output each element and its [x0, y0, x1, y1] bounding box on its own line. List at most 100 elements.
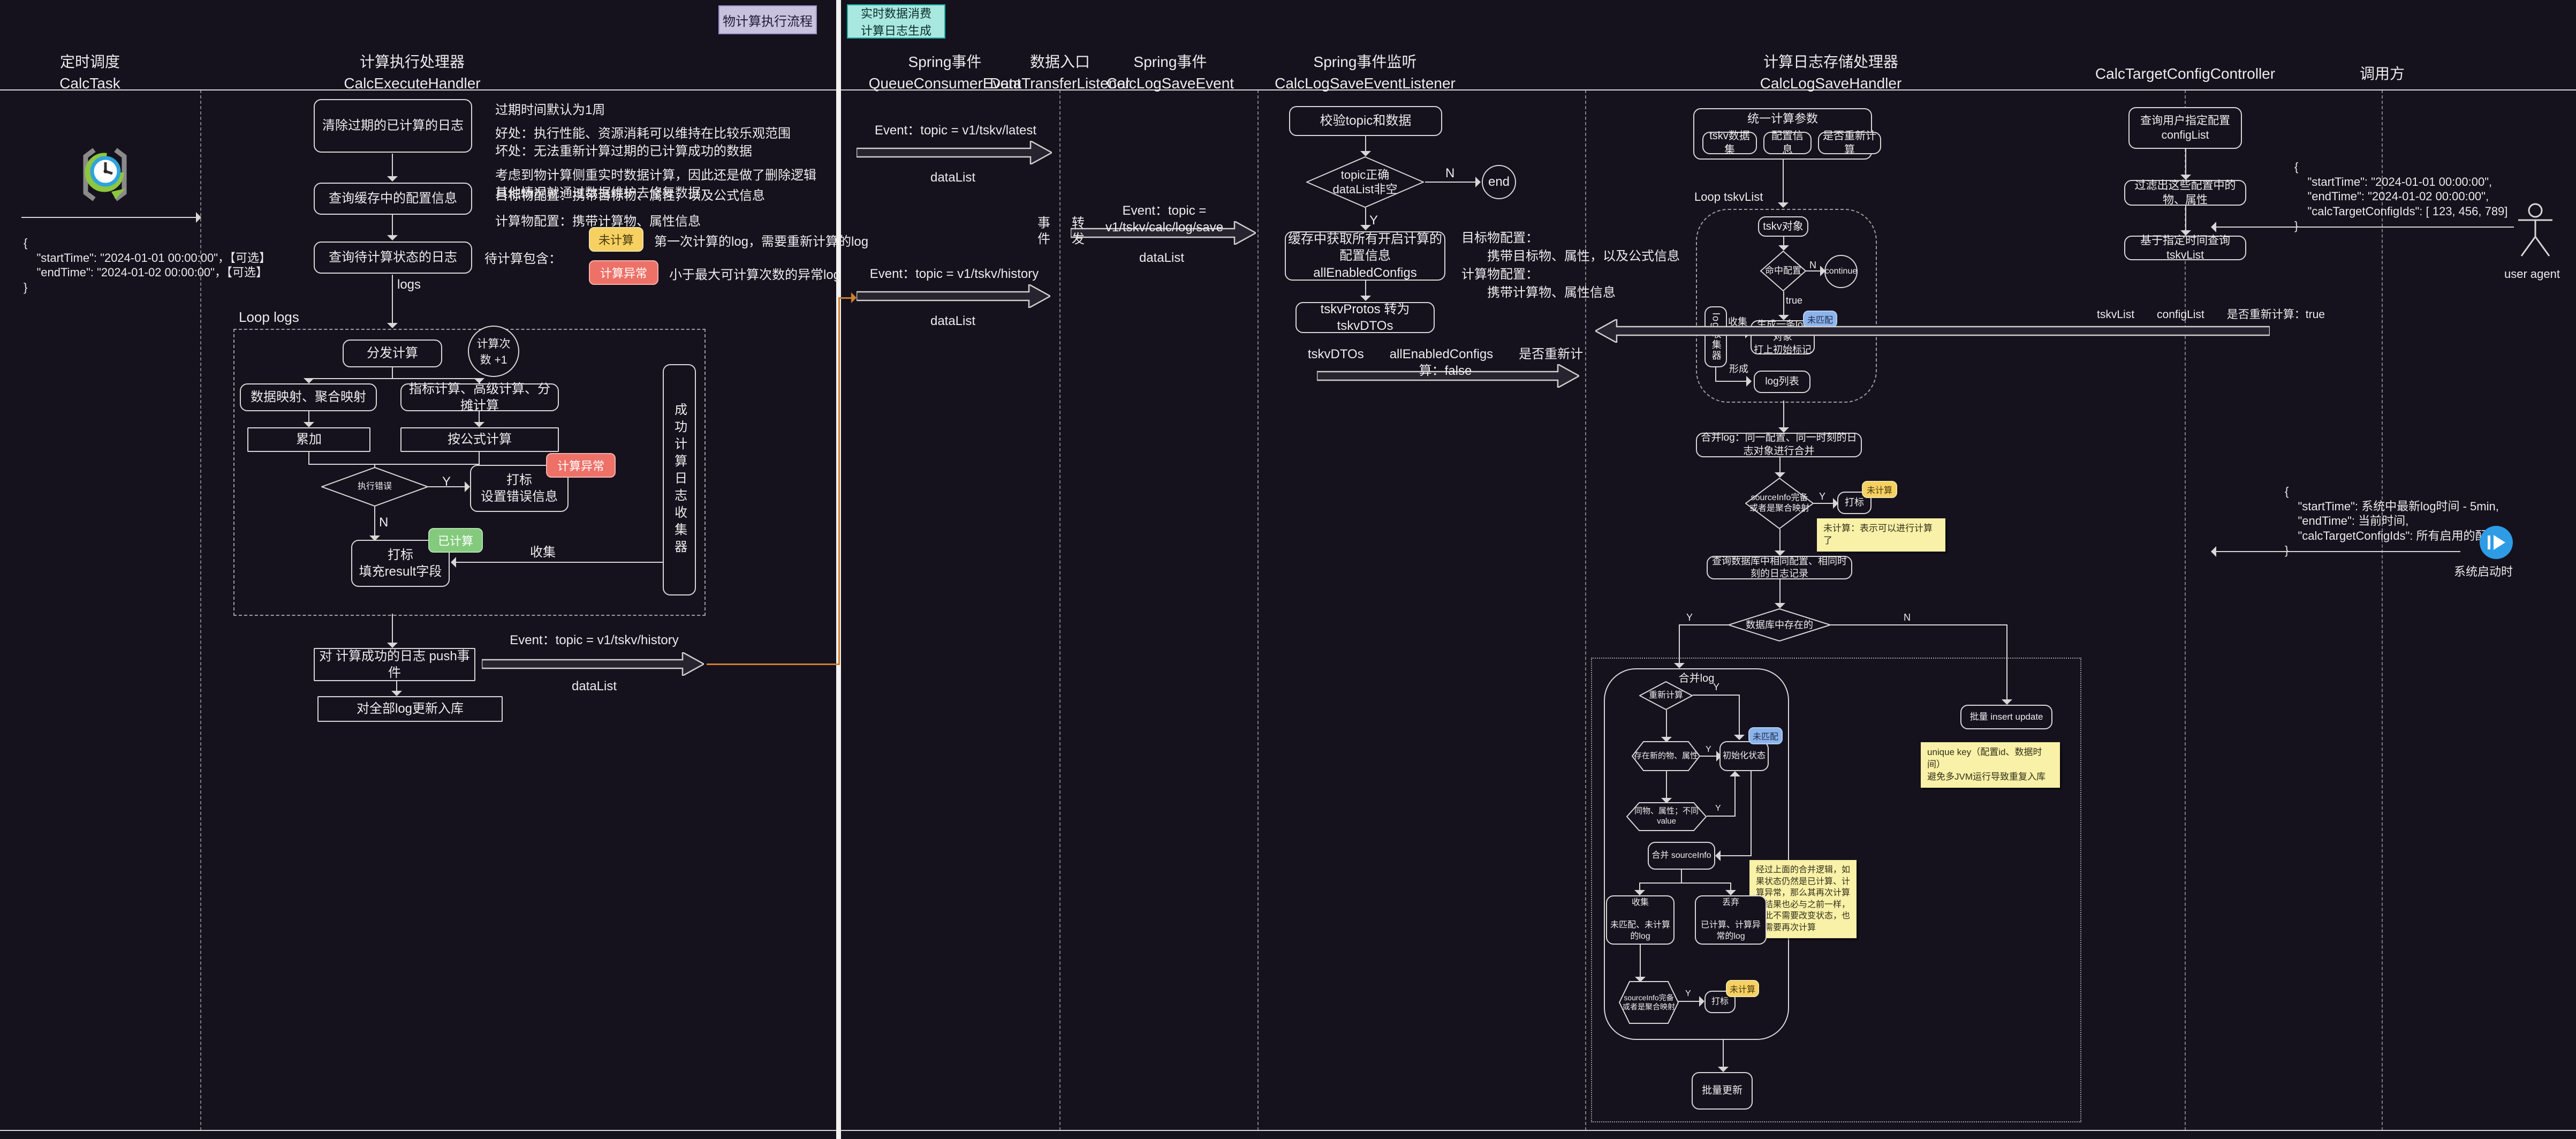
- decision-hit-config: 命中配置: [1760, 251, 1806, 291]
- label-datalist: dataList: [1113, 250, 1210, 266]
- flow-line: [1814, 503, 1835, 504]
- node-param-recalc-flag: 是否重新计算: [1818, 132, 1881, 154]
- note-configs: 目标物配置： 携带目标物、属性，以及公式信息 计算物配置： 携带计算物、属性信息: [1461, 229, 1680, 302]
- condition-new-things-attrs-label: 存在新的物、属性: [1632, 741, 1700, 771]
- label-event-forward-right: 转 发: [1067, 215, 1089, 247]
- node-param-config-info: 配置信息: [1763, 132, 1812, 154]
- node-batch-insert-update: 批量 insert update: [1960, 705, 2052, 729]
- event-arrow-history: [857, 284, 1050, 308]
- orange-connector-arrowhead: [851, 292, 857, 303]
- flow-line: [308, 378, 480, 379]
- node-dispatch-calc: 分发计算: [343, 340, 442, 367]
- label-true: true: [1786, 295, 1802, 307]
- flow-line: [1779, 457, 1781, 473]
- label-loop-logs: Loop logs: [239, 308, 299, 327]
- flow-line: [1681, 870, 1682, 882]
- flow-line: [1365, 281, 1366, 297]
- flow-line: [308, 452, 309, 464]
- flow-arrowhead: [304, 378, 314, 383]
- lifeline-caller: [2382, 90, 2383, 1130]
- flow-line: [1666, 771, 1667, 800]
- decision-sourceinfo-complete: sourceInfo完备 或者是聚合映射: [1745, 478, 1814, 529]
- flow-arrowhead: [1725, 890, 1736, 895]
- flow-line: [1783, 160, 1784, 203]
- event-arrow-push-history: [482, 652, 704, 676]
- node-accumulate: 累加: [247, 427, 370, 452]
- orange-connector-h1: [707, 663, 839, 665]
- flow-arrowhead: [1360, 296, 1371, 301]
- flow-line: [1639, 882, 1731, 884]
- decision-exec-error: 执行错误: [321, 467, 428, 507]
- flow-arrowhead: [1715, 850, 1721, 861]
- node-get-enabled-configs: 缓存中获取所有开启计算的配置信息 allEnabledConfigs: [1285, 231, 1445, 281]
- flow-line: [2185, 149, 2186, 176]
- legend-exec-flow: 物计算执行流程: [718, 5, 817, 34]
- note-drawback: 坏处：无法重新计算过期的已计算成功的数据: [495, 143, 752, 160]
- node-formula-calc: 按公式计算: [400, 427, 559, 452]
- node-proto-to-dto: tskvProtos 转为 tskvDTOs: [1295, 302, 1435, 333]
- label-event-latest: Event：topic = v1/tskv/latest: [862, 122, 1049, 139]
- flow-arrowhead: [387, 323, 398, 328]
- note-unique-key: unique key（配置id、数据时间） 避免多JVM运行导致重复入库: [1921, 742, 2060, 788]
- flow-arrowhead: [1718, 1067, 1729, 1072]
- flow-line: [1783, 291, 1784, 316]
- flow-line: [479, 452, 480, 464]
- status-badge-uncalculated-2: 未计算: [1862, 481, 1897, 498]
- node-merge-sourceinfo: 合并 sourceInfo: [1648, 842, 1715, 870]
- label-uncalculated-desc: 第一次计算的log，需要重新计算的log: [654, 233, 868, 250]
- node-calc-count-increment: 计算次数 +1: [468, 326, 519, 377]
- status-badge-unmatched-2: 未匹配: [1748, 727, 1783, 744]
- condition-same-thing-diff-value-label: 同物、属性；不同value: [1626, 802, 1707, 831]
- label-loop-tskvlist: Loop tskvList: [1694, 190, 1763, 205]
- flow-line: [1783, 401, 1784, 428]
- caller-request-line: [2214, 227, 2514, 228]
- node-discard-calculated: 丢弃 已计算、计算异常的log: [1695, 895, 1767, 945]
- label-logs: logs: [397, 276, 421, 293]
- node-init-state: 初始化状态: [1719, 741, 1769, 771]
- decision-exec-error-label: 执行错误: [321, 467, 428, 507]
- flow-line: [1779, 529, 1781, 552]
- flow-arrowhead: [391, 691, 402, 696]
- flow-line: [308, 411, 309, 423]
- condition-same-thing-diff-value: 同物、属性；不同value: [1626, 802, 1707, 831]
- user-agent-icon: [2516, 202, 2555, 265]
- flow-line: [1425, 182, 1476, 183]
- flow-line: [1751, 771, 1752, 856]
- flow-arrowhead: [1360, 225, 1371, 230]
- note-target-config: 目标物配置：携带目标物、属性，以及公式信息: [495, 187, 765, 204]
- node-query-db-logs: 查询数据库中相同配置、相同时刻的日志记录: [1707, 556, 1852, 579]
- flow-arrowhead: [1699, 996, 1704, 1007]
- flow-arrowhead: [387, 643, 398, 648]
- system-boot-play-icon: [2479, 525, 2514, 560]
- status-badge-calc-error: 计算异常: [589, 260, 658, 285]
- node-end: end: [1482, 165, 1516, 199]
- lifeline-datatransferlistener: [1059, 90, 1060, 1130]
- calctask-trigger-line: [21, 217, 196, 218]
- label-pending-includes: 待计算包含：: [484, 251, 562, 267]
- orange-connector-h2: [838, 297, 852, 299]
- calctask-request-json: { "startTime": "2024-01-01 00:00:00"，【可选…: [24, 236, 271, 295]
- flow-line: [392, 215, 393, 235]
- flow-line: [392, 275, 393, 323]
- label-y: Y: [1685, 989, 1691, 1000]
- header-calcexecutehandler: 计算执行处理器 CalcExecuteHandler: [305, 51, 519, 94]
- flow-arrowhead: [1746, 376, 1752, 387]
- flow-line: [1365, 208, 1366, 226]
- status-badge-calc-error-2: 计算异常: [546, 453, 616, 478]
- node-query-cached-config: 查询缓存中的配置信息: [314, 183, 472, 215]
- caller-boot-request-json: { "startTime": 系统中最新log时间 - 5min, "endTi…: [2285, 484, 2508, 558]
- flow-line: [392, 154, 393, 176]
- label-n: N: [1809, 259, 1816, 271]
- flow-line: [1678, 1001, 1701, 1002]
- node-merge-log: 合并log：同一配置、同一时刻的日志对象进行合并: [1696, 433, 1862, 457]
- decision-recalc-label: 重新计算: [1639, 681, 1693, 710]
- flow-line: [1717, 855, 1752, 856]
- flow-line: [1831, 624, 2006, 625]
- label-datalist: dataList: [905, 313, 1001, 329]
- flow-arrowhead: [387, 235, 398, 240]
- label-user-agent: user agent: [2504, 267, 2560, 282]
- label-event-history-left: Event：topic = v1/tskv/history: [493, 632, 696, 648]
- flow-line: [374, 507, 375, 537]
- node-success-log-collector: 成功计算日志收集器: [663, 364, 696, 595]
- caller-boot-line: [2214, 551, 2460, 552]
